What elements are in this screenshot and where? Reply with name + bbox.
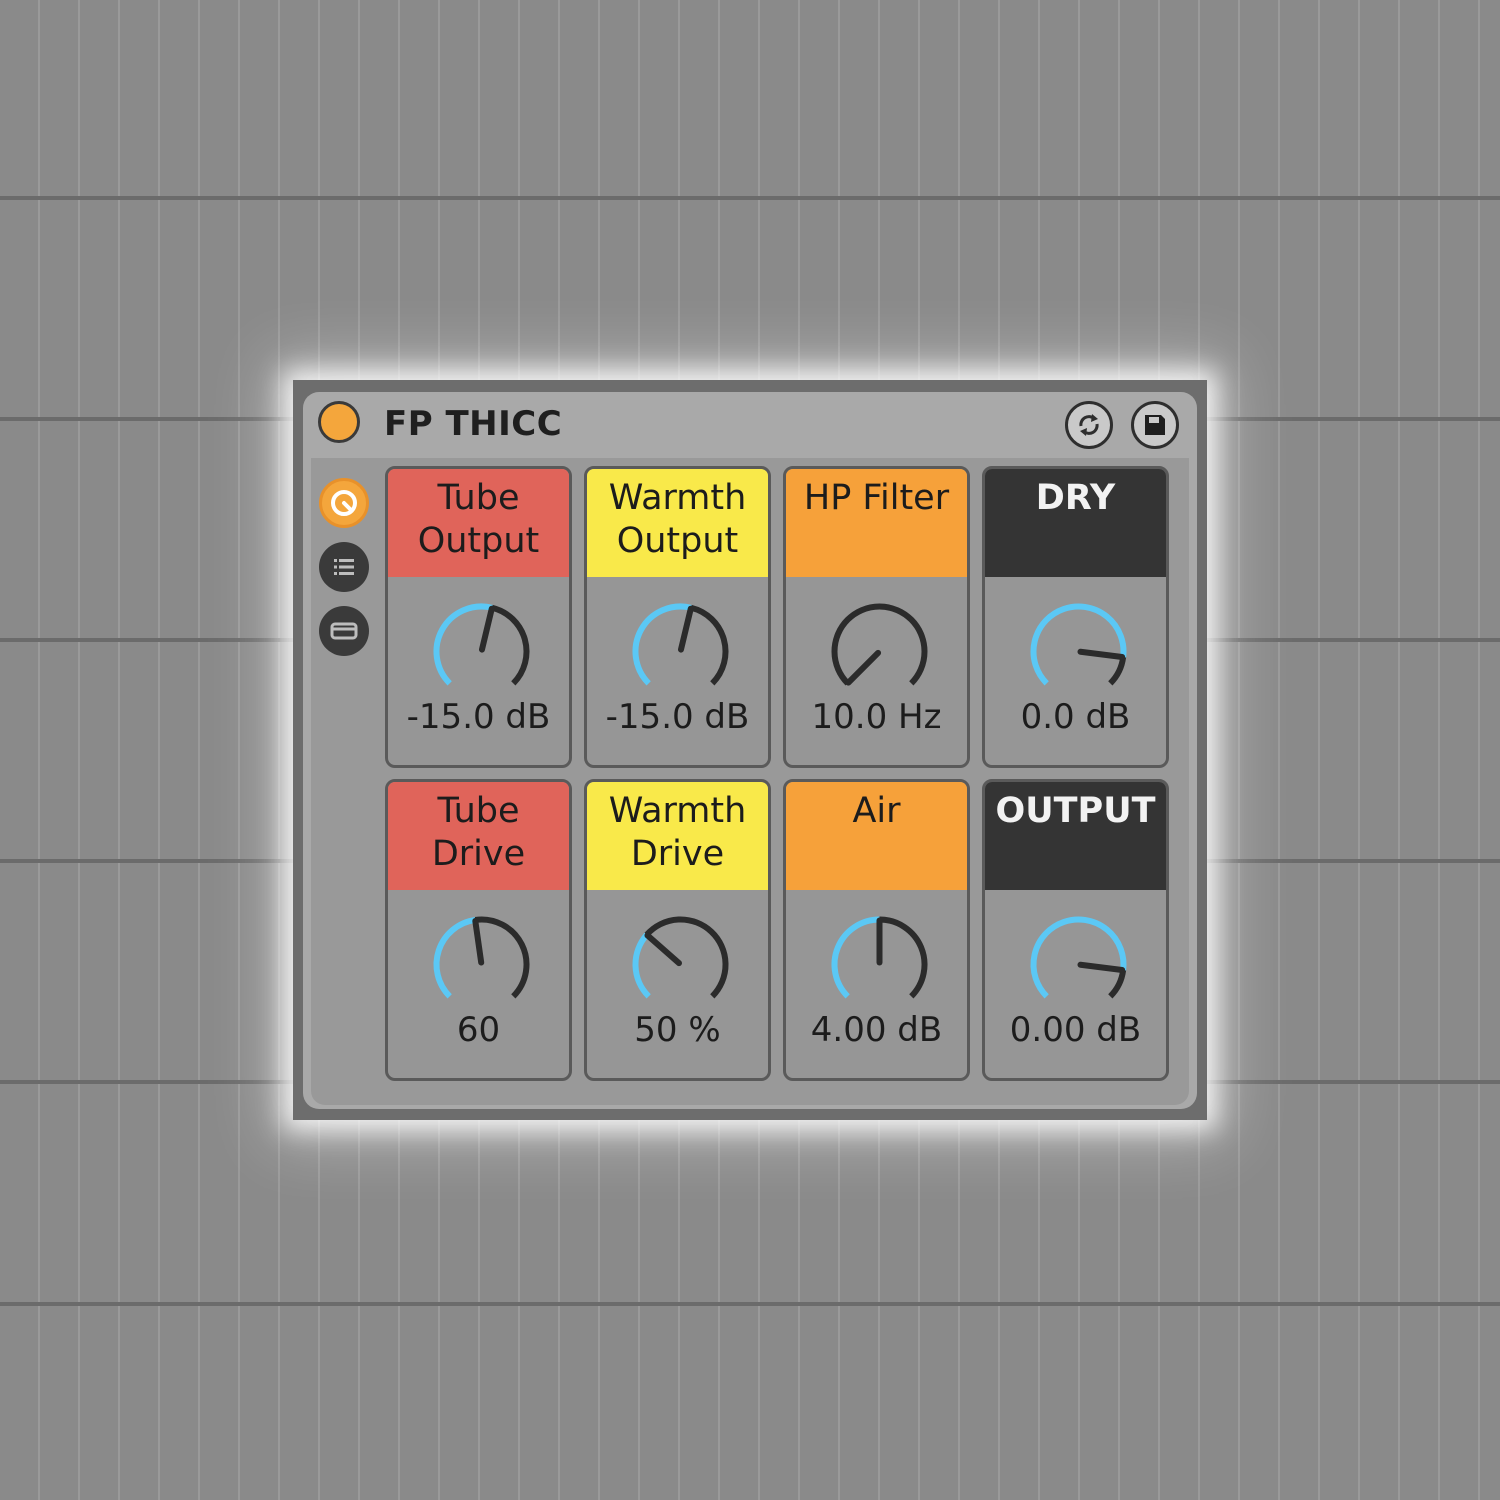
audio-effect-device: FP THICC Tube Output -15.0 dB Warmth Out…: [293, 380, 1207, 1120]
macro-knob[interactable]: [628, 599, 733, 704]
save-preset-button[interactable]: [1131, 401, 1179, 449]
knob-needle: [472, 917, 485, 966]
grid-line: [0, 1302, 1500, 1306]
macro-value: 60: [456, 1010, 501, 1050]
knob-value-arc: [632, 932, 651, 999]
macro-value: 10.0 Hz: [811, 697, 942, 737]
device-power-button[interactable]: [318, 401, 360, 443]
macro-control: OUTPUT 0.00 dB: [982, 779, 1169, 1081]
knob-value-arc: [1030, 603, 1127, 686]
knob-track: [831, 603, 928, 686]
save-icon: [1145, 415, 1165, 435]
knob-needle: [845, 649, 882, 686]
parameter-list-button[interactable]: [319, 542, 369, 592]
macro-label: Air: [786, 782, 967, 890]
knob-value-arc: [433, 916, 476, 999]
macro-value: 50 %: [634, 1010, 721, 1050]
macro-label: Warmth Drive: [587, 782, 768, 890]
knob-value-arc: [1030, 916, 1127, 999]
macro-control: DRY 0.0 dB: [982, 466, 1169, 768]
macro-value: -15.0 dB: [406, 697, 551, 737]
macro-knob[interactable]: [429, 912, 534, 1017]
device-body: Tube Output -15.0 dB Warmth Output -15.0 dB…: [311, 458, 1189, 1105]
macro-control: Air 4.00 dB: [783, 779, 970, 1081]
knob-track: [491, 604, 530, 686]
macro-knob[interactable]: [628, 912, 733, 1017]
knob-needle: [1077, 648, 1126, 661]
knob-track: [1108, 969, 1127, 999]
knob-needle: [1077, 961, 1126, 974]
macro-knob[interactable]: [827, 599, 932, 704]
macro-label: HP Filter: [786, 469, 967, 577]
macro-knob[interactable]: [1026, 912, 1131, 1017]
device-title: FP THICC: [384, 404, 563, 444]
macro-value: 0.0 dB: [1020, 697, 1131, 737]
macro-control: Warmth Output -15.0 dB: [584, 466, 771, 768]
device-view-icon: [331, 490, 357, 516]
macro-control: Tube Output -15.0 dB: [385, 466, 572, 768]
knob-needle: [478, 605, 495, 653]
knob-value-arc: [831, 916, 880, 999]
device-frame: FP THICC Tube Output -15.0 dB Warmth Out…: [303, 392, 1197, 1109]
knob-track: [879, 916, 928, 999]
knob-track: [690, 604, 729, 686]
knob-needle: [677, 605, 694, 653]
device-view-button[interactable]: [319, 478, 369, 528]
macro-label: OUTPUT: [985, 782, 1166, 890]
macro-knob[interactable]: [1026, 599, 1131, 704]
device-title-bar: FP THICC: [303, 392, 1197, 456]
hot-swap-button[interactable]: [1065, 401, 1113, 449]
grid-line: [0, 196, 1500, 200]
hot-swap-icon: [1079, 414, 1099, 436]
macro-label: Warmth Output: [587, 469, 768, 577]
macro-control: Tube Drive 60: [385, 779, 572, 1081]
macro-knob[interactable]: [827, 912, 932, 1017]
macro-label: Tube Drive: [388, 782, 569, 890]
knob-track: [1108, 656, 1127, 686]
list-icon: [334, 559, 354, 575]
macro-value: 4.00 dB: [810, 1010, 943, 1050]
panel-icon: [330, 622, 358, 640]
macro-label: Tube Output: [388, 469, 569, 577]
macro-panel-button[interactable]: [319, 606, 369, 656]
macro-knob[interactable]: [429, 599, 534, 704]
knob-needle: [644, 932, 682, 967]
macro-value: 0.00 dB: [1009, 1010, 1142, 1050]
knob-track: [644, 916, 729, 999]
macro-control: HP Filter 10.0 Hz: [783, 466, 970, 768]
macro-control: Warmth Drive 50 %: [584, 779, 771, 1081]
macro-label: DRY: [985, 469, 1166, 577]
macro-value: -15.0 dB: [605, 697, 750, 737]
